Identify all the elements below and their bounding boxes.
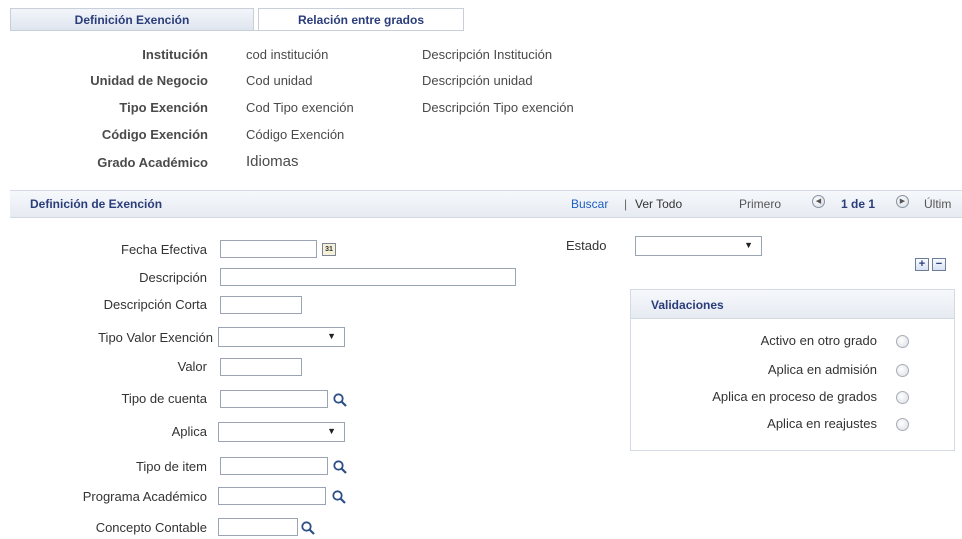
concepto-contable-input[interactable]	[218, 518, 298, 536]
codigo-exencion-label: Código Exención	[101, 127, 208, 142]
grado-academico-value: Idiomas	[246, 153, 299, 170]
tipo-cuenta-label: Tipo de cuenta	[121, 391, 207, 406]
tipo-valor-exencion-label: Tipo Valor Exención	[98, 330, 213, 345]
institucion-code: cod institución	[246, 47, 329, 62]
programa-academico-input[interactable]	[218, 487, 326, 505]
tipo-item-label: Tipo de item	[135, 459, 207, 474]
chevron-down-icon: ▼	[327, 426, 336, 436]
unidad-negocio-label: Unidad de Negocio	[90, 73, 208, 88]
aplica-reajustes-label: Aplica en reajustes	[767, 416, 877, 431]
valor-label: Valor	[177, 359, 207, 374]
fecha-efectiva-label: Fecha Efectiva	[121, 242, 207, 257]
codigo-exencion-code: Código Exención	[246, 127, 345, 142]
fecha-efectiva-input[interactable]	[220, 240, 317, 258]
tipo-item-input[interactable]	[220, 457, 328, 475]
tipo-cuenta-input[interactable]	[220, 390, 328, 408]
aplica-admision-label: Aplica en admisión	[767, 362, 877, 377]
tipo-exencion-code: Cod Tipo exención	[246, 100, 354, 115]
aplica-reajustes-radio[interactable]	[896, 418, 909, 431]
validaciones-title: Validaciones	[651, 298, 724, 312]
aplica-label: Aplica	[171, 424, 207, 439]
unidad-negocio-code: Cod unidad	[246, 73, 313, 88]
tipo-valor-exencion-select[interactable]: ▼	[218, 327, 345, 347]
grado-academico-label: Grado Académico	[97, 155, 208, 170]
previous-arrow-icon[interactable]: ◀	[812, 195, 825, 208]
buscar-link[interactable]: Buscar	[571, 197, 608, 211]
tab-definicion-exencion[interactable]: Definición Exención	[10, 8, 254, 30]
descripcion-corta-input[interactable]	[220, 296, 302, 314]
primero-label: Primero	[739, 197, 782, 211]
institucion-description: Descripción Institución	[422, 47, 553, 62]
search-icon[interactable]	[300, 520, 316, 536]
search-icon[interactable]	[332, 392, 348, 408]
aplica-proceso-grados-label: Aplica en proceso de grados	[712, 389, 877, 404]
descripcion-label: Descripción	[139, 270, 207, 285]
chevron-down-icon: ▼	[744, 240, 753, 250]
descripcion-input[interactable]	[220, 268, 516, 286]
descripcion-corta-label: Descripción Corta	[103, 297, 207, 312]
buscar-link-text[interactable]: Buscar	[571, 197, 608, 211]
tipo-exencion-label: Tipo Exención	[119, 100, 208, 115]
search-icon[interactable]	[332, 459, 348, 475]
chevron-down-icon: ▼	[327, 331, 336, 341]
estado-label: Estado	[566, 238, 607, 253]
aplica-proceso-grados-radio[interactable]	[896, 391, 909, 404]
search-icon[interactable]	[331, 489, 347, 505]
activo-otro-grado-label: Activo en otro grado	[760, 333, 877, 348]
tab-divider	[10, 30, 464, 31]
ver-todo-link[interactable]: Ver Todo	[635, 197, 682, 211]
tipo-exencion-description: Descripción Tipo exención	[422, 100, 574, 115]
activo-otro-grado-radio[interactable]	[896, 335, 909, 348]
aplica-admision-radio[interactable]	[896, 364, 909, 377]
unidad-negocio-description: Descripción unidad	[422, 73, 533, 88]
minus-icon[interactable]: −	[932, 258, 946, 271]
calendar-icon[interactable]: 31	[322, 243, 336, 256]
ultimo-label: Últim	[924, 197, 952, 211]
validaciones-box: Validaciones Activo en otro grado Aplica…	[630, 289, 955, 451]
concepto-contable-label: Concepto Contable	[95, 520, 207, 535]
estado-select[interactable]: ▼	[635, 236, 762, 256]
aplica-select[interactable]: ▼	[218, 422, 345, 442]
plus-icon[interactable]: +	[915, 258, 929, 271]
panel-title: Definición de Exención	[30, 197, 163, 211]
next-arrow-icon[interactable]: ▶	[896, 195, 909, 208]
tab-relacion-entre-grados[interactable]: Relación entre grados	[258, 8, 464, 30]
programa-academico-label: Programa Académico	[82, 489, 207, 504]
validaciones-header: Validaciones	[631, 290, 954, 319]
institucion-label: Institución	[142, 47, 208, 62]
page-indicator: 1 de 1	[841, 197, 876, 211]
nav-separator: |	[624, 197, 628, 211]
valor-input[interactable]	[220, 358, 302, 376]
